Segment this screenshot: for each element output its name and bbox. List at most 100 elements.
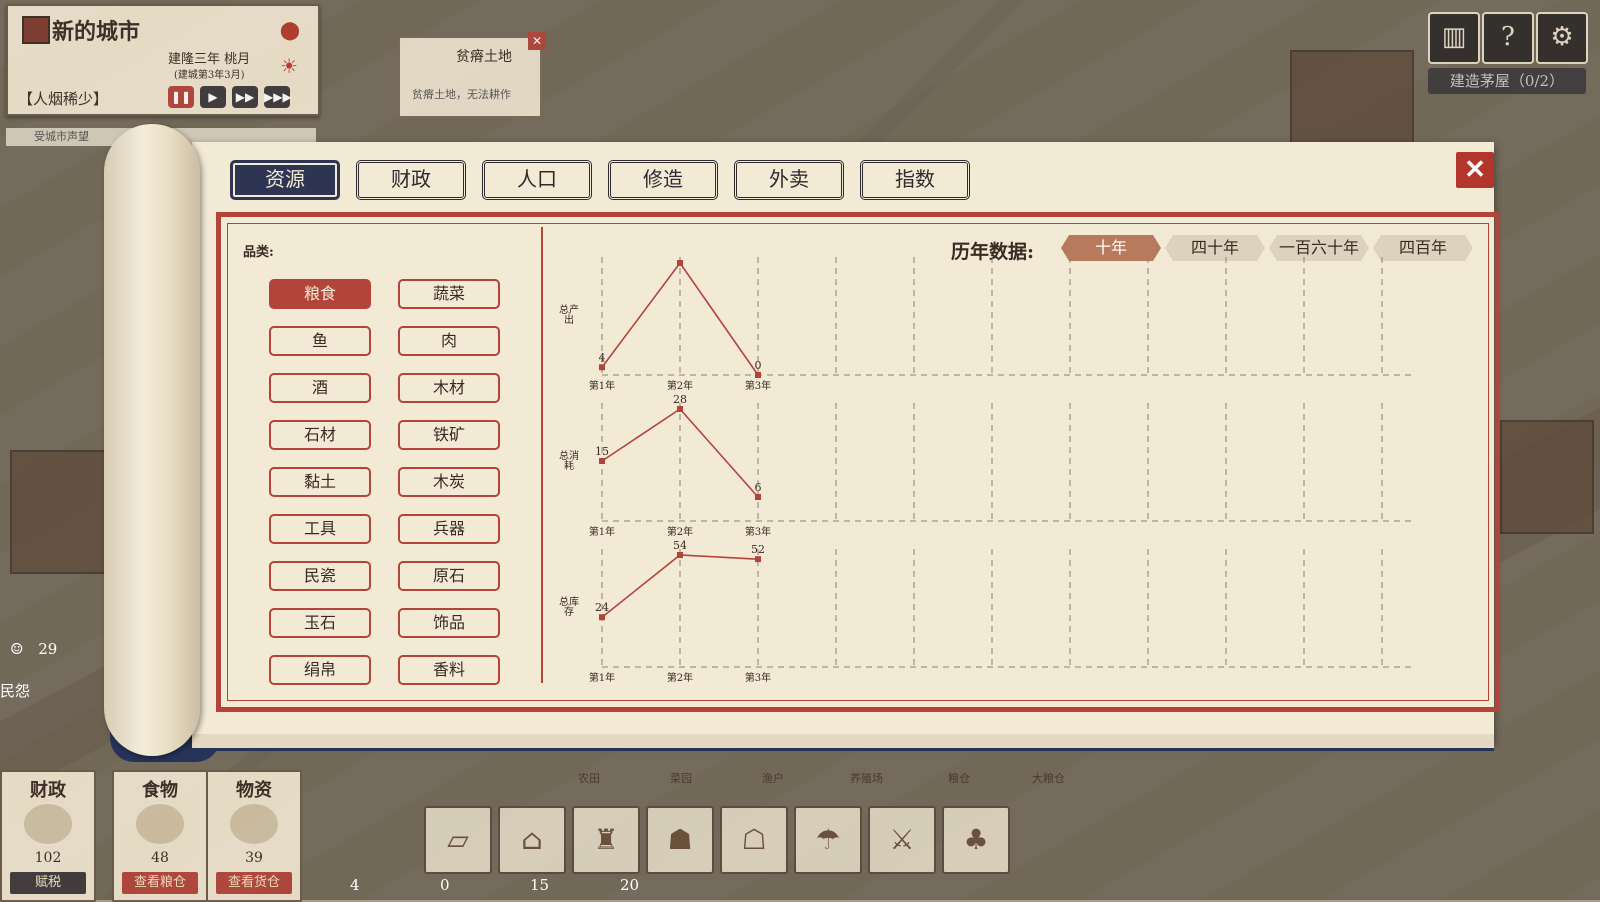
weather-sun-icon: ☀ [280, 54, 298, 78]
data-point [755, 556, 761, 563]
x-tick-label: 第2年 [667, 379, 693, 392]
data-point [599, 458, 605, 464]
happiness-stat: ☺ 29 [0, 640, 100, 670]
scroll-roll [104, 124, 200, 756]
category-button[interactable]: 黏土 [269, 467, 371, 497]
city-seal-icon [22, 16, 50, 44]
data-label: 52 [751, 543, 765, 556]
tab-construction[interactable]: 修造 [608, 160, 718, 200]
build-slot-statue[interactable]: ♜ [572, 806, 640, 874]
terrain-tooltip: 贫瘠土地 贫瘠土地，无法耕作 ✕ [398, 32, 546, 118]
panel-divider [541, 227, 543, 683]
category-button[interactable]: 玉石 [269, 608, 371, 638]
build-slot-landscape[interactable]: ♣ [942, 806, 1010, 874]
tab-trade[interactable]: 外卖 [734, 160, 844, 200]
farmer-icon: ☗ [667, 823, 693, 856]
tab-index[interactable]: 指数 [860, 160, 970, 200]
location-pin-icon[interactable]: ⬤ [280, 20, 300, 41]
category-button[interactable]: 铁矿 [398, 420, 500, 450]
data-point [599, 614, 605, 621]
category-button[interactable]: 粮食 [269, 279, 371, 309]
x-tick-label: 第3年 [745, 379, 771, 392]
play-button[interactable]: ▶ [200, 86, 226, 108]
x-tick-label: 第3年 [745, 525, 771, 538]
goods-value: 39 [245, 850, 263, 866]
city-status: 【人烟稀少】 [18, 90, 109, 108]
y-axis-label: 耗 [564, 460, 574, 472]
data-label: 6 [755, 481, 762, 494]
category-button[interactable]: 石材 [269, 420, 371, 450]
x-tick-label: 第1年 [589, 525, 615, 538]
category-button[interactable]: 民瓷 [269, 561, 371, 591]
category-button[interactable]: 酒 [269, 373, 371, 403]
crossed-weapons-icon: ⚔ [889, 823, 915, 856]
help-question-icon[interactable]: ? [1482, 12, 1534, 64]
finance-value: 102 [34, 850, 62, 866]
house-icon: ⌂ [521, 823, 543, 856]
categories-label: 品类: [243, 245, 274, 260]
happiness-face-icon: ☺ [10, 640, 24, 658]
category-button[interactable]: 工具 [269, 514, 371, 544]
tab-population[interactable]: 人口 [482, 160, 592, 200]
build-slot-workshop[interactable]: ☖ [720, 806, 788, 874]
goods-title: 物资 [236, 780, 272, 801]
view-granary-button[interactable]: 查看粮仓 [122, 872, 198, 894]
count-stone: 0 [440, 876, 450, 894]
data-point [677, 406, 683, 412]
category-button[interactable]: 木炭 [398, 467, 500, 497]
tooltip-title: 贫瘠土地 [456, 49, 512, 65]
category-button[interactable]: 兵器 [398, 514, 500, 544]
data-label: 28 [673, 393, 687, 406]
build-label-garden: 菜园 [670, 772, 692, 785]
food-title: 食物 [142, 780, 178, 801]
food-value: 48 [151, 850, 169, 866]
category-button[interactable]: 绢帛 [269, 655, 371, 685]
tab-finance[interactable]: 财政 [356, 160, 466, 200]
food-bowl-icon [136, 804, 184, 844]
tax-button[interactable]: 赋税 [10, 872, 86, 894]
build-slot-house[interactable]: ⌂ [498, 806, 566, 874]
category-button[interactable]: 木材 [398, 373, 500, 403]
build-slot-road[interactable]: ▱ [424, 806, 492, 874]
build-task-label[interactable]: 建造茅屋（0/2） [1428, 68, 1586, 94]
category-button[interactable]: 饰品 [398, 608, 500, 638]
build-label-granary: 粮仓 [948, 772, 970, 785]
pause-button[interactable]: ❚❚ [168, 86, 194, 108]
data-point [755, 494, 761, 500]
build-slot-military[interactable]: ⚔ [868, 806, 936, 874]
city-info-panel: 新的城市 ⬤ 建隆三年 桃月 (建城第3年3月) ☀ 【人烟稀少】 ❚❚ ▶ ▶… [6, 4, 320, 116]
category-button[interactable]: 原石 [398, 561, 500, 591]
data-label: 15 [595, 445, 609, 458]
statue-icon: ♜ [593, 823, 619, 856]
food-panel: 食物 48 查看粮仓 [112, 770, 208, 902]
happiness-value: 29 [38, 640, 58, 658]
category-button[interactable]: 肉 [398, 326, 500, 356]
goods-basket-icon [230, 804, 278, 844]
unrest-label: 民怨 [0, 682, 31, 700]
tooltip-close-icon[interactable]: ✕ [528, 32, 546, 50]
resource-charts: 总产出4580第1年第2年第3年总消耗15286第1年第2年第3年总库存2454… [559, 257, 1411, 684]
data-label: 0 [755, 359, 762, 372]
view-warehouse-button[interactable]: 查看货仓 [216, 872, 292, 894]
notification-text: 受城市声望 [34, 130, 89, 143]
city-name[interactable]: 新的城市 [52, 14, 140, 46]
category-button[interactable]: 蔬菜 [398, 279, 500, 309]
build-label-fishery: 渔户 [762, 772, 784, 785]
fastest-button[interactable]: ▶▶▶ [264, 86, 292, 108]
close-button[interactable]: ✕ [1456, 152, 1494, 188]
statistics-chart-icon[interactable]: ▥ [1428, 12, 1480, 64]
y-axis-label: 出 [564, 313, 574, 326]
data-point [677, 552, 683, 558]
x-tick-label: 第3年 [745, 671, 771, 684]
settings-gear-icon[interactable]: ⚙ [1536, 12, 1588, 64]
market-stall-icon: ☂ [815, 823, 841, 856]
category-button[interactable]: 鱼 [269, 326, 371, 356]
build-slot-farm[interactable]: ☗ [646, 806, 714, 874]
category-button[interactable]: 香料 [398, 655, 500, 685]
fast-forward-button[interactable]: ▶▶ [232, 86, 258, 108]
tab-resources[interactable]: 资源 [230, 160, 340, 200]
tooltip-text: 贫瘠土地，无法耕作 [412, 88, 511, 101]
coins-icon [24, 804, 72, 844]
data-point [755, 372, 761, 378]
build-slot-market[interactable]: ☂ [794, 806, 862, 874]
